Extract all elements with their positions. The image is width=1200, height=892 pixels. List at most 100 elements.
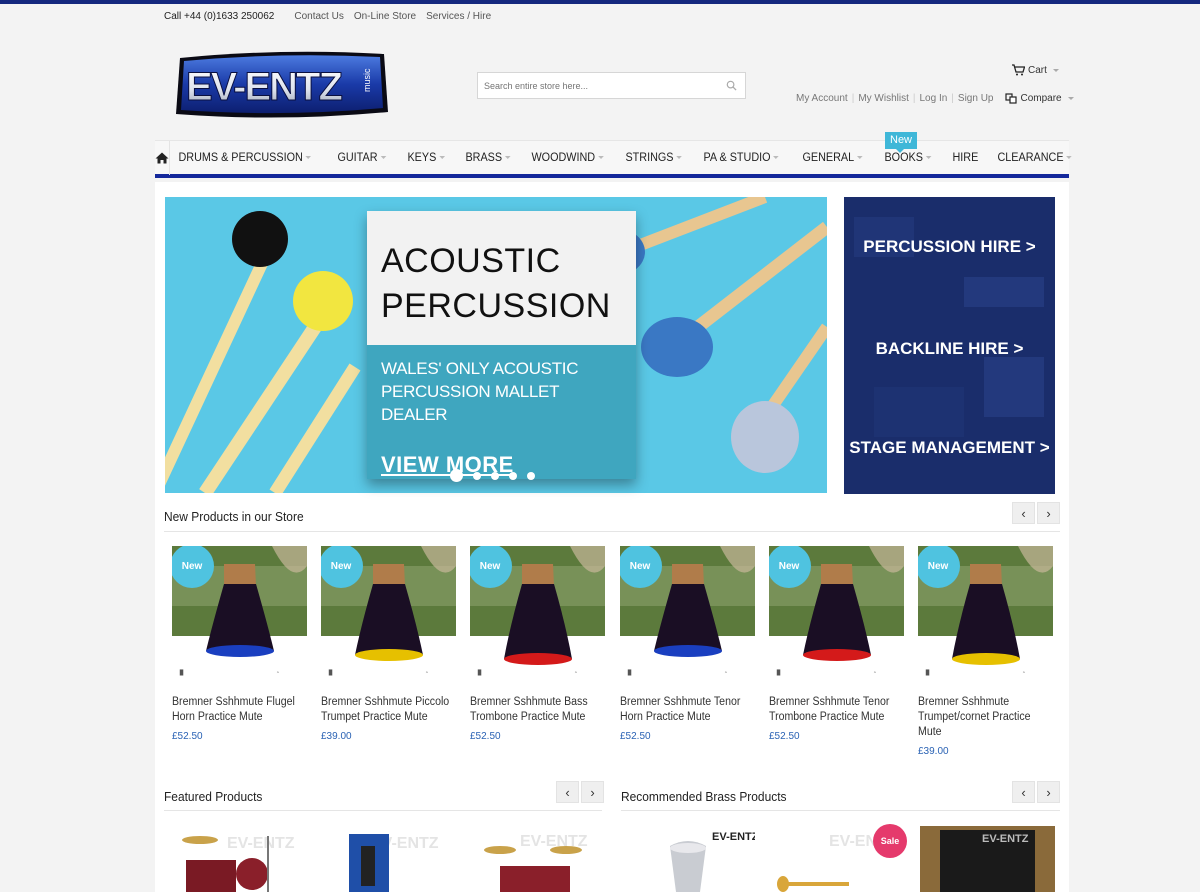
featured-product-image[interactable]: EV-ENTZ [470, 826, 605, 892]
chevron-down-icon [1066, 156, 1073, 159]
search-box [477, 72, 746, 99]
slider-dot-1[interactable] [450, 469, 463, 482]
nav-label: STRINGS [625, 151, 674, 164]
product-image[interactable]: New ▐▌ ◔ [321, 546, 456, 683]
recommended-product-image[interactable]: EV-ENTZ [920, 826, 1055, 892]
product-image[interactable]: New ▐▌ ◔ [620, 546, 755, 683]
logo-text: EV-ENTZ [186, 65, 342, 109]
chevron-down-icon [856, 156, 863, 159]
nav-label: BRASS [465, 151, 502, 164]
cart-icon [1012, 64, 1025, 76]
svg-text:EV-ENTZ: EV-ENTZ [227, 835, 295, 852]
nav-label: DRUMS & PERCUSSION [178, 151, 303, 164]
product-image[interactable]: New ▐▌ ◔ [769, 546, 904, 683]
product-card[interactable]: New ▐▌ ◔ Bremner Sshhmute Bass Trombone Pra… [470, 546, 605, 742]
compare-icon [1005, 93, 1018, 104]
product-image[interactable]: New ▐▌ ◔ [918, 546, 1053, 683]
chevron-down-icon [1052, 68, 1059, 72]
chevron-down-icon [676, 156, 683, 159]
top-accent-line [0, 0, 1200, 4]
section-divider [164, 810, 602, 811]
product-name[interactable]: Bremner Sshhmute Piccolo Trumpet Practic… [321, 695, 457, 725]
recommended-products-title: Recommended Brass Products [621, 789, 787, 804]
backline-hire-link[interactable]: BACKLINE HIRE > [844, 339, 1055, 359]
sign-up-link[interactable]: Sign Up [958, 93, 994, 104]
nav-item-keys[interactable]: KEYS [399, 141, 453, 175]
prev-arrow-button[interactable]: ‹ [1012, 781, 1035, 803]
main-nav: DRUMS & PERCUSSION GUITAR KEYS BRASS WOO… [155, 140, 1073, 178]
next-arrow-button[interactable]: › [1037, 502, 1060, 524]
chevron-down-icon [597, 156, 604, 159]
nav-label: HIRE [952, 151, 978, 164]
recommended-product-image[interactable]: EV-ENTZ [620, 826, 755, 892]
product-card[interactable]: New ▐▌ ◔ Bremner Sshhmute Tenor Horn Practi… [620, 546, 755, 742]
nav-item-woodwind[interactable]: WOODWIND [523, 141, 612, 175]
product-name[interactable]: Bremner Sshhmute Tenor Trombone Practice… [769, 695, 905, 725]
chevron-down-icon [1067, 97, 1074, 100]
nav-item-clearance[interactable]: CLEARANCE [989, 141, 1080, 175]
nav-item-drums-percussion[interactable]: DRUMS & PERCUSSION [170, 141, 320, 175]
next-arrow-button[interactable]: › [1037, 781, 1060, 803]
home-button[interactable] [155, 140, 170, 175]
nav-label: KEYS [407, 151, 437, 164]
cart-button[interactable]: Cart [1011, 64, 1059, 76]
nav-item-pa-studio[interactable]: PA & STUDIO [695, 141, 787, 175]
product-card[interactable]: New ▐▌ ◔ Bremner Sshhmute Tenor Trombone Pr… [769, 546, 904, 742]
home-icon [155, 152, 169, 163]
search-input[interactable] [478, 73, 713, 98]
product-name[interactable]: Bremner Sshhmute Flugel Horn Practice Mu… [172, 695, 308, 725]
compare-button[interactable]: Compare [1005, 93, 1074, 104]
nav-label: CLEARANCE [997, 151, 1064, 164]
chevron-down-icon [925, 156, 932, 159]
product-name[interactable]: Bremner Sshhmute Bass Trombone Practice … [470, 695, 606, 725]
product-image[interactable]: New ▐▌ ◔ [172, 546, 307, 683]
nav-label: BOOKS [884, 151, 923, 164]
chevron-down-icon [773, 156, 780, 159]
nav-item-general[interactable]: GENERAL [794, 141, 871, 175]
next-arrow-button[interactable]: › [581, 781, 604, 803]
online-store-link[interactable]: On-Line Store [354, 11, 416, 22]
nav-label: WOODWIND [531, 151, 595, 164]
product-card[interactable]: New ▐▌ ◔ Bremner Sshhmute Flugel Horn Pract… [172, 546, 307, 742]
product-image[interactable]: New ▐▌ ◔ [470, 546, 605, 683]
phone-number: Call +44 (0)1633 250062 [164, 11, 275, 22]
compare-label: Compare [1020, 93, 1062, 104]
svg-text:▐▌: ▐▌ [178, 669, 185, 676]
chevron-down-icon [439, 156, 445, 159]
slider-dot-3[interactable] [491, 471, 499, 480]
ev-entz-logo[interactable]: EV-ENTZ music [174, 50, 390, 120]
product-name[interactable]: Bremner Sshhmute Tenor Horn Practice Mut… [620, 695, 756, 725]
log-in-link[interactable]: Log In [919, 93, 947, 104]
featured-product-image[interactable]: EV-ENTZ [321, 826, 456, 892]
product-card[interactable]: New ▐▌ ◔ Bremner Sshhmute Piccolo Trumpet P… [321, 546, 456, 742]
my-wishlist-link[interactable]: My Wishlist [858, 93, 909, 104]
banner-title-line2: PERCUSSION [381, 287, 611, 325]
slider-dot-4[interactable] [509, 471, 517, 480]
featured-product-image[interactable]: EV-ENTZ [172, 826, 307, 892]
hire-panel: PERCUSSION HIRE > BACKLINE HIRE > STAGE … [844, 197, 1055, 494]
nav-item-brass[interactable]: BRASS [457, 141, 519, 175]
product-card[interactable]: New ▐▌ ◔ Bremner Sshhmute Trumpet/cornet Pr… [918, 546, 1053, 757]
svg-text:◔: ◔ [425, 670, 428, 676]
banner-subtitle: WALES' ONLY ACOUSTIC PERCUSSION MALLET D… [381, 359, 579, 424]
search-icon[interactable] [726, 80, 737, 91]
nav-item-strings[interactable]: STRINGS [617, 141, 690, 175]
product-name[interactable]: Bremner Sshhmute Trumpet/cornet Practice… [918, 695, 1054, 740]
services-hire-link[interactable]: Services / Hire [426, 11, 491, 22]
prev-arrow-button[interactable]: ‹ [1012, 502, 1035, 524]
my-account-link[interactable]: My Account [796, 93, 848, 104]
contact-us-link[interactable]: Contact Us [294, 11, 343, 22]
prev-arrow-button[interactable]: ‹ [556, 781, 579, 803]
new-products-title: New Products in our Store [164, 509, 304, 524]
chevron-down-icon [305, 156, 312, 159]
divider: | [912, 93, 916, 104]
percussion-hire-link[interactable]: PERCUSSION HIRE > [844, 237, 1055, 257]
slider-dot-5[interactable] [527, 471, 535, 480]
nav-item-hire[interactable]: HIRE [944, 141, 987, 175]
nav-item-guitar[interactable]: GUITAR [329, 141, 394, 175]
divider: | [951, 93, 954, 104]
svg-text:◔: ◔ [574, 670, 577, 676]
slider-dot-2[interactable] [473, 471, 481, 480]
banner-title-line1: ACOUSTIC [381, 242, 561, 280]
stage-management-link[interactable]: STAGE MANAGEMENT > [844, 438, 1055, 458]
